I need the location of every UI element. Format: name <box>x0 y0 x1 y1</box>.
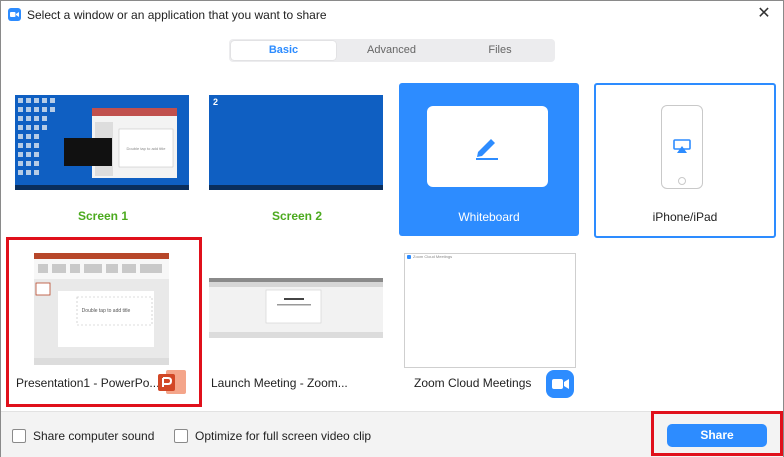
tab-advanced[interactable]: Advanced <box>338 41 445 60</box>
tab-files[interactable]: Files <box>447 41 553 60</box>
zoom-cloud-meetings-tile[interactable]: Zoom Cloud Meetings Zoom Cloud Meetings <box>399 243 589 405</box>
screen-2-label: Screen 2 <box>271 209 323 223</box>
launch-meeting-label: Launch Meeting - Zoom... <box>211 376 348 390</box>
share-sound-label: Share computer sound <box>33 429 155 443</box>
zoom-cloud-meetings-label: Zoom Cloud Meetings <box>414 376 532 390</box>
close-icon[interactable]: ✕ <box>753 4 775 24</box>
screen-2-tile[interactable]: 2 Screen 2 <box>203 85 391 233</box>
iphone-ipad-label: iPhone/iPad <box>652 210 718 224</box>
launch-meeting-tile[interactable]: Launch Meeting - Zoom... <box>203 243 393 405</box>
screen-2-thumbnail: 2 <box>209 95 383 190</box>
whiteboard-tile[interactable]: Whiteboard <box>399 83 579 236</box>
whiteboard-label: Whiteboard <box>458 210 520 224</box>
zoom-cloud-thumbnail: Zoom Cloud Meetings <box>404 253 576 368</box>
iphone-ipad-tile[interactable]: iPhone/iPad <box>594 83 776 238</box>
window-title: Select a window or an application that y… <box>27 8 327 22</box>
screen-1-tile[interactable]: Double tap to add title Screen 1 <box>9 85 197 233</box>
zoom-app-icon <box>8 8 21 21</box>
phone-outline <box>661 105 703 189</box>
title-bar: Select a window or an application that y… <box>1 1 783 29</box>
tab-bar: Basic Advanced Files <box>229 39 555 62</box>
share-sound-checkbox[interactable] <box>12 429 26 443</box>
highlight-share-button <box>651 411 783 456</box>
screen-1-thumbnail: Double tap to add title <box>15 95 189 190</box>
tab-basic[interactable]: Basic <box>231 41 336 60</box>
zoom-cloud-thumbnail-caption: Zoom Cloud Meetings <box>413 254 453 259</box>
screen-2-badge: 2 <box>213 97 219 107</box>
optimize-video-label: Optimize for full screen video clip <box>195 429 372 443</box>
screen-1-label: Screen 1 <box>77 209 129 223</box>
svg-text:Double tap to add title: Double tap to add title <box>127 146 167 151</box>
highlight-presentation <box>6 237 202 407</box>
airplay-icon <box>673 139 691 158</box>
whiteboard-card <box>427 106 548 187</box>
launch-meeting-thumbnail <box>209 278 383 338</box>
pen-icon <box>474 132 500 165</box>
mini-zoom-icon <box>407 255 411 259</box>
home-button <box>678 177 686 185</box>
zoom-icon <box>545 369 575 404</box>
optimize-video-checkbox[interactable] <box>174 429 188 443</box>
